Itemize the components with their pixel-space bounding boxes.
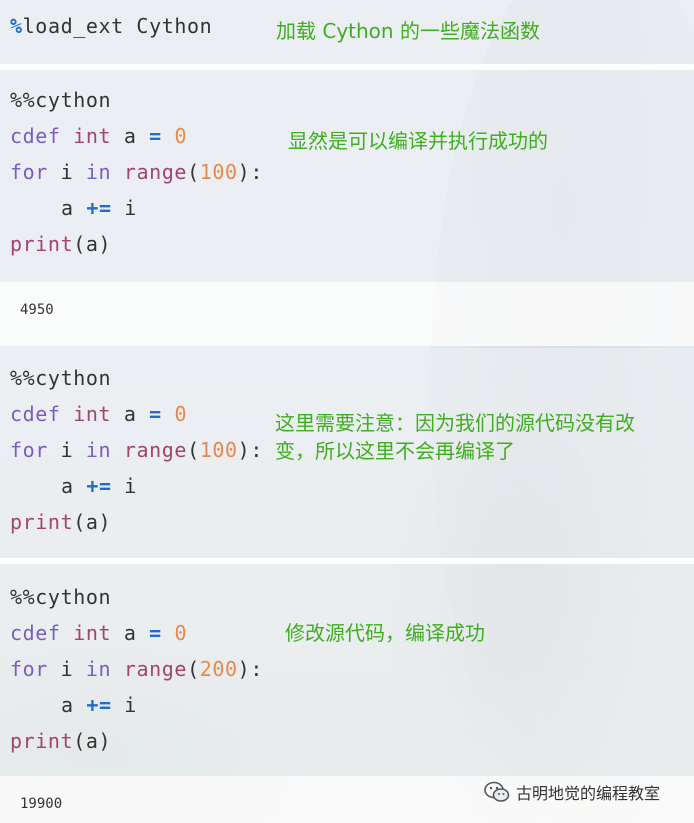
output-cell: 4950: [0, 282, 694, 346]
code-line: a += i: [61, 474, 137, 498]
code-line: for i in range(100):: [10, 160, 263, 184]
annotation-note: 加载 Cython 的一些魔法函数: [276, 19, 540, 43]
annotation-note: 修改源代码，编译成功: [285, 621, 485, 645]
code-line: for i in range(100):: [10, 438, 263, 462]
wechat-icon: [484, 781, 510, 803]
code-line: cdef int a = 0: [10, 124, 188, 148]
code-line: print(a): [10, 510, 112, 534]
code-line: cdef int a = 0: [10, 402, 188, 426]
annotation-note: 变，所以这里不会再编译了: [275, 439, 515, 463]
watermark-text: 古明地觉的编程教室: [516, 784, 661, 803]
output-text: 4950: [20, 302, 54, 318]
code-line: %%cython: [10, 585, 112, 609]
code-line: a += i: [61, 196, 137, 220]
annotation-note: 显然是可以编译并执行成功的: [288, 129, 548, 153]
code-line: print(a): [10, 729, 112, 753]
code-line: a += i: [61, 693, 137, 717]
watermark: 古明地觉的编程教室: [484, 780, 660, 804]
code-line: %%cython: [10, 366, 112, 390]
output-text: 19900: [20, 796, 63, 812]
annotation-note: 这里需要注意：因为我们的源代码没有改: [275, 411, 635, 435]
code-cell-cython-1[interactable]: %%cython cdef int a = 0 for i in range(1…: [0, 70, 694, 282]
code-line: %load_ext Cython: [10, 14, 213, 38]
code-line: %%cython: [10, 88, 112, 112]
code-cell-cython-3[interactable]: %%cython cdef int a = 0 for i in range(2…: [0, 564, 694, 776]
code-line: print(a): [10, 232, 112, 256]
code-line: for i in range(200):: [10, 657, 263, 681]
code-line: cdef int a = 0: [10, 621, 188, 645]
